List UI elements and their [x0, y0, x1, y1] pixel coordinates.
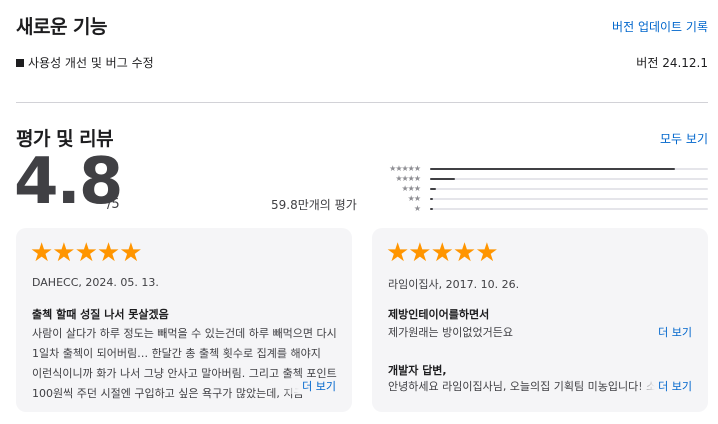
section-divider — [16, 102, 708, 103]
star-icon: ★★ — [407, 194, 421, 203]
histogram-row-1: ★ — [370, 204, 708, 214]
histogram-row-2: ★★ — [370, 194, 708, 204]
histogram-row-4: ★★★★ — [370, 174, 708, 184]
average-rating-score: 4.8 — [14, 145, 123, 219]
histogram-bar — [430, 208, 434, 210]
review-author-date: 라임이집사, 2017. 10. 26. — [388, 278, 520, 291]
rating-count: 59.8만개의 평가 — [271, 198, 357, 212]
version-label: 버전 24.12.1 — [636, 56, 708, 70]
review-body: 제가원래는 방이없었거든요 — [388, 326, 513, 339]
histogram-track — [430, 188, 708, 190]
star-icon: ★ — [413, 204, 421, 213]
histogram-track — [430, 178, 708, 180]
review-title: 제방인테이어를하면서 — [388, 308, 490, 321]
histogram-track — [430, 198, 708, 200]
histogram-row-5: ★★★★★ — [370, 164, 708, 174]
developer-response-more-link[interactable]: 더 보기 — [637, 378, 692, 394]
histogram-track — [430, 168, 708, 170]
review-author-date: DAHECC, 2024. 05. 13. — [32, 276, 159, 289]
rating-histogram: ★★★★★ ★★★★ ★★★ ★★ ★ — [370, 164, 708, 214]
change-item-text: 사용성 개선 및 버그 수정 — [28, 56, 154, 70]
review-card[interactable]: ★★★★★ 라임이집사, 2017. 10. 26. 제방인테이어를하면서 제가… — [372, 228, 708, 412]
developer-response-title: 개발자 답변, — [388, 364, 447, 377]
histogram-bar — [430, 198, 434, 200]
review-title: 출첵 할때 성질 나서 못살겠음 — [32, 308, 169, 321]
see-all-link[interactable]: 모두 보기 — [660, 130, 708, 147]
review-body-line: 사람이 살다가 하루 정도는 빼먹을 수 있는건데 하루 빼먹으면 다시 — [32, 327, 337, 340]
bullet-square-icon — [16, 58, 24, 67]
rating-max-label: /5 — [107, 197, 120, 212]
review-star-rating-icon: ★★★★★ — [30, 238, 143, 268]
histogram-row-3: ★★★ — [370, 184, 708, 194]
star-icon: ★★★★ — [395, 174, 421, 183]
review-more-link[interactable]: 더 보기 — [655, 324, 692, 340]
review-card[interactable]: ★★★★★ DAHECC, 2024. 05. 13. 출첵 할때 성질 나서 … — [16, 228, 352, 412]
histogram-bar — [430, 178, 456, 180]
histogram-track — [430, 208, 708, 210]
star-icon: ★★★ — [401, 184, 421, 193]
review-star-rating-icon: ★★★★★ — [386, 238, 499, 268]
version-history-link[interactable]: 버전 업데이트 기록 — [612, 18, 708, 35]
developer-response-body: 안녕하세요 라임이집사님, 오늘의집 기획팀 미농입니다! 소중한 — [388, 380, 658, 393]
star-icon: ★★★★★ — [389, 164, 421, 173]
histogram-bar — [430, 188, 436, 190]
review-body-line: 1일차 출첵이 되어버림… 한달간 총 출첵 횟수로 집계를 해야지 — [32, 347, 321, 360]
change-list-item: 사용성 개선 및 버그 수정 — [16, 54, 154, 71]
review-more-link[interactable]: 더 보기 — [281, 378, 336, 394]
histogram-bar — [430, 168, 675, 170]
whats-new-title: 새로운 기능 — [16, 16, 108, 38]
